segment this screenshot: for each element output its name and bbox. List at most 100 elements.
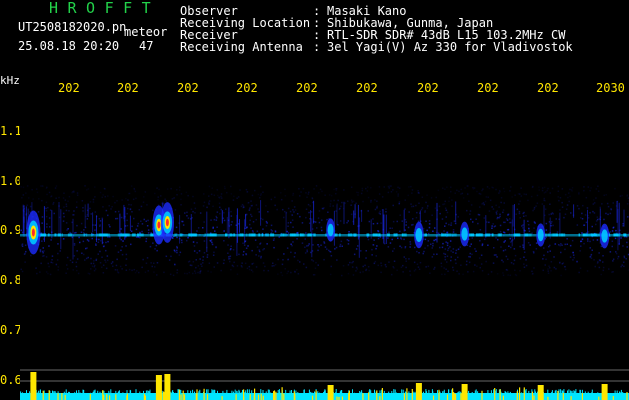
noise-speck (277, 258, 279, 261)
noise-speck (532, 272, 534, 275)
noise-speck (42, 255, 44, 257)
noise-streak (353, 210, 355, 225)
carrier-speck (150, 233, 152, 237)
noise-speck (246, 226, 248, 229)
level-baseline-jitter (251, 390, 253, 395)
noise-speck (48, 265, 50, 268)
noise-speck (126, 219, 128, 222)
noise-speck (472, 188, 475, 190)
noise-speck (287, 258, 289, 261)
level-baseline-jitter (246, 389, 248, 394)
noise-speck (568, 192, 570, 194)
noise-speck (274, 230, 277, 232)
noise-speck (76, 250, 78, 252)
noise-speck (107, 195, 109, 197)
noise-speck (210, 271, 212, 273)
noise-speck (157, 198, 159, 201)
noise-speck (392, 250, 394, 252)
noise-speck (25, 192, 27, 194)
level-baseline-jitter (379, 390, 381, 395)
noise-speck (552, 224, 554, 227)
noise-speck (76, 224, 78, 227)
spectrogram-plot[interactable] (20, 95, 629, 400)
carrier-speck (299, 233, 302, 237)
noise-speck (41, 185, 44, 187)
noise-speck (349, 261, 351, 264)
noise-speck (461, 192, 464, 195)
level-baseline-jitter (323, 392, 324, 397)
noise-speck (255, 266, 258, 268)
noise-speck (543, 254, 545, 257)
noise-streak (618, 202, 620, 245)
noise-speck (605, 212, 607, 215)
noise-speck (557, 190, 560, 192)
noise-speck (564, 193, 567, 196)
noise-speck (134, 190, 137, 193)
noise-speck (470, 243, 472, 245)
noise-speck (128, 268, 131, 271)
noise-speck (294, 252, 296, 254)
level-baseline-jitter (238, 389, 240, 394)
level-bar (294, 393, 296, 400)
noise-speck (375, 255, 377, 257)
noise-speck (65, 203, 68, 205)
noise-speck (126, 224, 129, 227)
noise-speck (435, 196, 437, 199)
noise-speck (273, 237, 275, 240)
noise-speck (602, 266, 605, 269)
noise-speck (41, 222, 43, 224)
noise-speck (86, 189, 88, 191)
level-baseline-jitter (291, 390, 292, 394)
noise-speck (266, 222, 268, 224)
noise-speck (516, 208, 519, 211)
noise-speck (193, 250, 196, 252)
level-baseline-jitter (92, 391, 94, 396)
level-bar (531, 391, 534, 400)
noise-speck (587, 240, 589, 242)
noise-speck (466, 185, 468, 187)
noise-speck (48, 245, 50, 247)
noise-speck (404, 246, 407, 248)
level-baseline-jitter (207, 389, 209, 394)
meteor-echo-peak (165, 218, 169, 227)
noise-speck (208, 185, 211, 188)
level-baseline-jitter (495, 390, 497, 395)
level-baseline-jitter (352, 389, 353, 394)
level-baseline-jitter (177, 389, 179, 394)
noise-speck (611, 230, 614, 232)
noise-speck (29, 205, 32, 208)
noise-speck (590, 253, 593, 256)
noise-speck (385, 265, 387, 268)
noise-speck (407, 226, 410, 229)
carrier-speck (583, 233, 586, 237)
noise-speck (453, 220, 456, 222)
noise-speck (129, 208, 132, 210)
level-baseline-jitter (190, 390, 192, 395)
noise-speck (364, 264, 366, 267)
noise-speck (479, 229, 482, 231)
noise-speck (428, 223, 431, 225)
noise-speck (62, 197, 65, 199)
noise-speck (306, 196, 308, 198)
noise-speck (241, 262, 243, 264)
noise-speck (502, 209, 505, 211)
noise-speck (246, 191, 249, 193)
level-baseline-jitter (490, 390, 492, 395)
noise-speck (55, 197, 57, 199)
noise-speck (405, 258, 407, 260)
noise-speck (105, 249, 107, 252)
noise-speck (86, 239, 89, 241)
time-tick-label: 202 (236, 81, 258, 95)
meteor-echo-peak (157, 221, 161, 229)
noise-speck (495, 213, 498, 215)
noise-speck (564, 243, 566, 246)
noise-speck (338, 208, 341, 211)
noise-speck (45, 215, 48, 218)
level-bar (281, 387, 283, 400)
noise-speck (619, 195, 622, 197)
noise-speck (132, 198, 135, 201)
noise-speck (63, 206, 65, 208)
level-baseline-jitter (619, 391, 620, 396)
noise-speck (318, 192, 320, 194)
noise-speck (121, 268, 123, 270)
